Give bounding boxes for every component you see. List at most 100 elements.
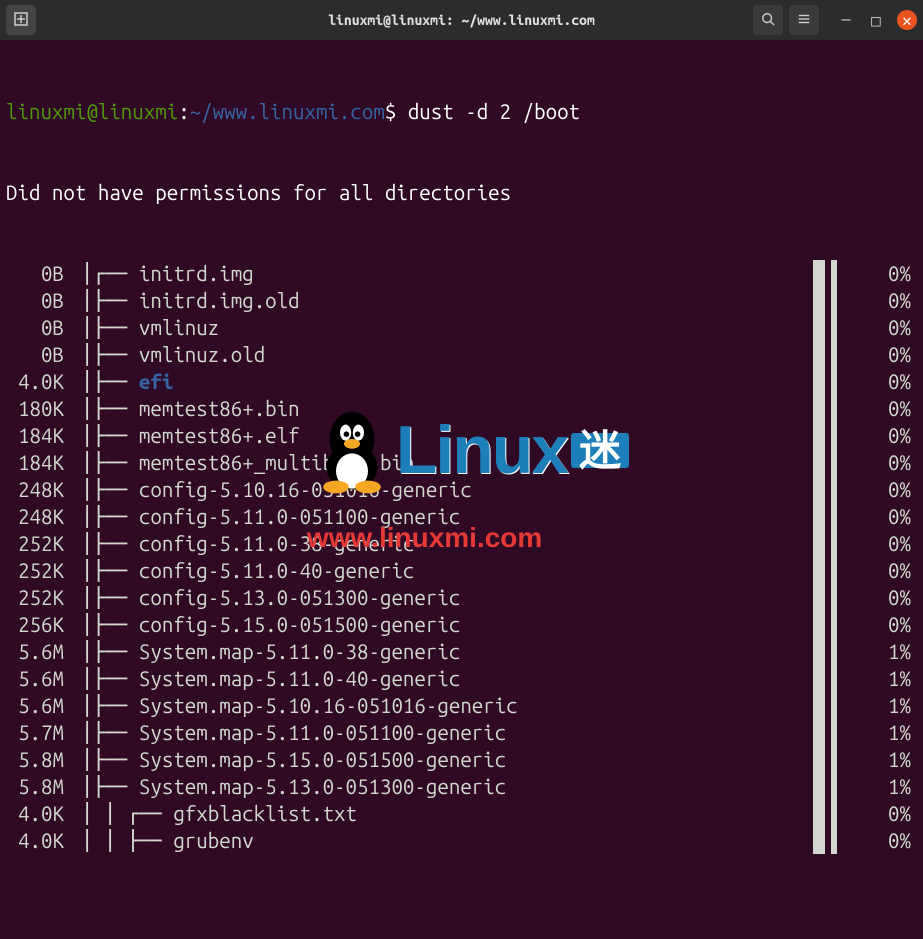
- size-bar: [813, 746, 853, 773]
- output-row: 0B │├── vmlinuz0%: [6, 314, 917, 341]
- percentage: 0%: [871, 503, 911, 530]
- terminal-content[interactable]: linuxmi@linuxmi:~/www.linuxmi.com$ dust …: [0, 40, 923, 939]
- tree-branch: │├──: [70, 314, 139, 341]
- new-tab-button[interactable]: [6, 5, 36, 35]
- file-size: 252K: [6, 557, 70, 584]
- tree-branch: │├──: [70, 584, 139, 611]
- window-titlebar: linuxmi@linuxmi: ~/www.linuxmi.com — □ ✕: [0, 0, 923, 40]
- output-row: 4.0K │├── efi0%: [6, 368, 917, 395]
- tree-branch: │├──: [70, 395, 139, 422]
- prompt-line: linuxmi@linuxmi:~/www.linuxmi.com$ dust …: [6, 98, 917, 125]
- file-size: 0B: [6, 287, 70, 314]
- file-name: System.map-5.11.0-051100-generic: [139, 719, 917, 746]
- percentage: 0%: [871, 287, 911, 314]
- file-name: System.map-5.10.16-051016-generic: [139, 692, 917, 719]
- output-row: 252K │├── config-5.11.0-40-generic0%: [6, 557, 917, 584]
- file-name: memtest86+_multiboot.bin: [139, 449, 917, 476]
- file-size: 5.7M: [6, 719, 70, 746]
- percentage: 0%: [871, 260, 911, 287]
- titlebar-right: — □ ✕: [753, 5, 917, 35]
- size-bar: [813, 368, 853, 395]
- tree-branch: │├──: [70, 368, 139, 395]
- file-name: config-5.10.16-051016-generic: [139, 476, 917, 503]
- percentage: 1%: [871, 746, 911, 773]
- output-row: 252K │├── config-5.13.0-051300-generic0%: [6, 584, 917, 611]
- prompt-sep: :: [178, 100, 189, 123]
- file-name: vmlinuz: [139, 314, 917, 341]
- tree-branch: │┌──: [70, 260, 139, 287]
- tree-branch: │├──: [70, 557, 139, 584]
- file-size: 5.6M: [6, 665, 70, 692]
- percentage: 0%: [871, 341, 911, 368]
- prompt-path: ~/www.linuxmi.com: [190, 100, 385, 123]
- close-button[interactable]: ✕: [897, 10, 917, 30]
- tree-branch: │├──: [70, 611, 139, 638]
- percentage: 1%: [871, 638, 911, 665]
- size-bar: [813, 422, 853, 449]
- output-row: 248K │├── config-5.11.0-051100-generic0%: [6, 503, 917, 530]
- minimize-button[interactable]: —: [837, 11, 855, 29]
- file-name: vmlinuz.old: [139, 341, 917, 368]
- file-name: config-5.11.0-38-generic: [139, 530, 917, 557]
- file-name: config-5.15.0-051500-generic: [139, 611, 917, 638]
- titlebar-left: [6, 5, 36, 35]
- file-name: memtest86+.elf: [139, 422, 917, 449]
- output-row: 5.6M │├── System.map-5.11.0-38-generic1%: [6, 638, 917, 665]
- output-row: 4.0K │ │ ┌── gfxblacklist.txt0%: [6, 800, 917, 827]
- file-name: grubenv: [173, 827, 917, 854]
- minimize-icon: —: [842, 11, 851, 29]
- file-size: 0B: [6, 341, 70, 368]
- permission-message: Did not have permissions for all directo…: [6, 179, 917, 206]
- percentage: 0%: [871, 557, 911, 584]
- size-bar: [813, 719, 853, 746]
- output-row: 248K │├── config-5.10.16-051016-generic0…: [6, 476, 917, 503]
- size-bar: [813, 638, 853, 665]
- file-name: memtest86+.bin: [139, 395, 917, 422]
- size-bar: [813, 557, 853, 584]
- tree-branch: │├──: [70, 476, 139, 503]
- file-size: 180K: [6, 395, 70, 422]
- output-rows: 0B │┌── initrd.img0%0B │├── initrd.img.o…: [6, 260, 917, 854]
- tree-branch: │├──: [70, 719, 139, 746]
- maximize-button[interactable]: □: [867, 11, 885, 29]
- file-size: 248K: [6, 503, 70, 530]
- percentage: 0%: [871, 800, 911, 827]
- close-icon: ✕: [902, 11, 912, 30]
- percentage: 1%: [871, 719, 911, 746]
- tree-branch: │├──: [70, 287, 139, 314]
- tree-branch: │├──: [70, 503, 139, 530]
- percentage: 1%: [871, 665, 911, 692]
- file-name: initrd.img: [139, 260, 917, 287]
- file-name: gfxblacklist.txt: [173, 800, 917, 827]
- output-row: 252K │├── config-5.11.0-38-generic0%: [6, 530, 917, 557]
- size-bar: [813, 827, 853, 854]
- percentage: 0%: [871, 584, 911, 611]
- percentage: 0%: [871, 368, 911, 395]
- output-row: 5.6M │├── System.map-5.10.16-051016-gene…: [6, 692, 917, 719]
- tree-branch: │├──: [70, 422, 139, 449]
- window-title: linuxmi@linuxmi: ~/www.linuxmi.com: [328, 12, 595, 28]
- file-size: 4.0K: [6, 827, 70, 854]
- hamburger-icon: [797, 12, 811, 29]
- file-name: System.map-5.13.0-051300-generic: [139, 773, 917, 800]
- size-bar: [813, 314, 853, 341]
- prompt-user: linuxmi@linuxmi: [6, 100, 178, 123]
- file-size: 5.8M: [6, 773, 70, 800]
- output-row: 5.8M │├── System.map-5.15.0-051500-gener…: [6, 746, 917, 773]
- file-size: 184K: [6, 449, 70, 476]
- file-size: 256K: [6, 611, 70, 638]
- size-bar: [813, 395, 853, 422]
- file-name: System.map-5.11.0-40-generic: [139, 665, 917, 692]
- search-icon: [761, 12, 775, 29]
- search-button[interactable]: [753, 5, 783, 35]
- percentage: 0%: [871, 476, 911, 503]
- menu-button[interactable]: [789, 5, 819, 35]
- tree-branch: │├──: [70, 773, 139, 800]
- size-bar: [813, 341, 853, 368]
- size-bar: [813, 584, 853, 611]
- output-row: 5.8M │├── System.map-5.13.0-051300-gener…: [6, 773, 917, 800]
- percentage: 0%: [871, 395, 911, 422]
- file-size: 5.8M: [6, 746, 70, 773]
- tree-branch: │├──: [70, 665, 139, 692]
- size-bar: [813, 260, 853, 287]
